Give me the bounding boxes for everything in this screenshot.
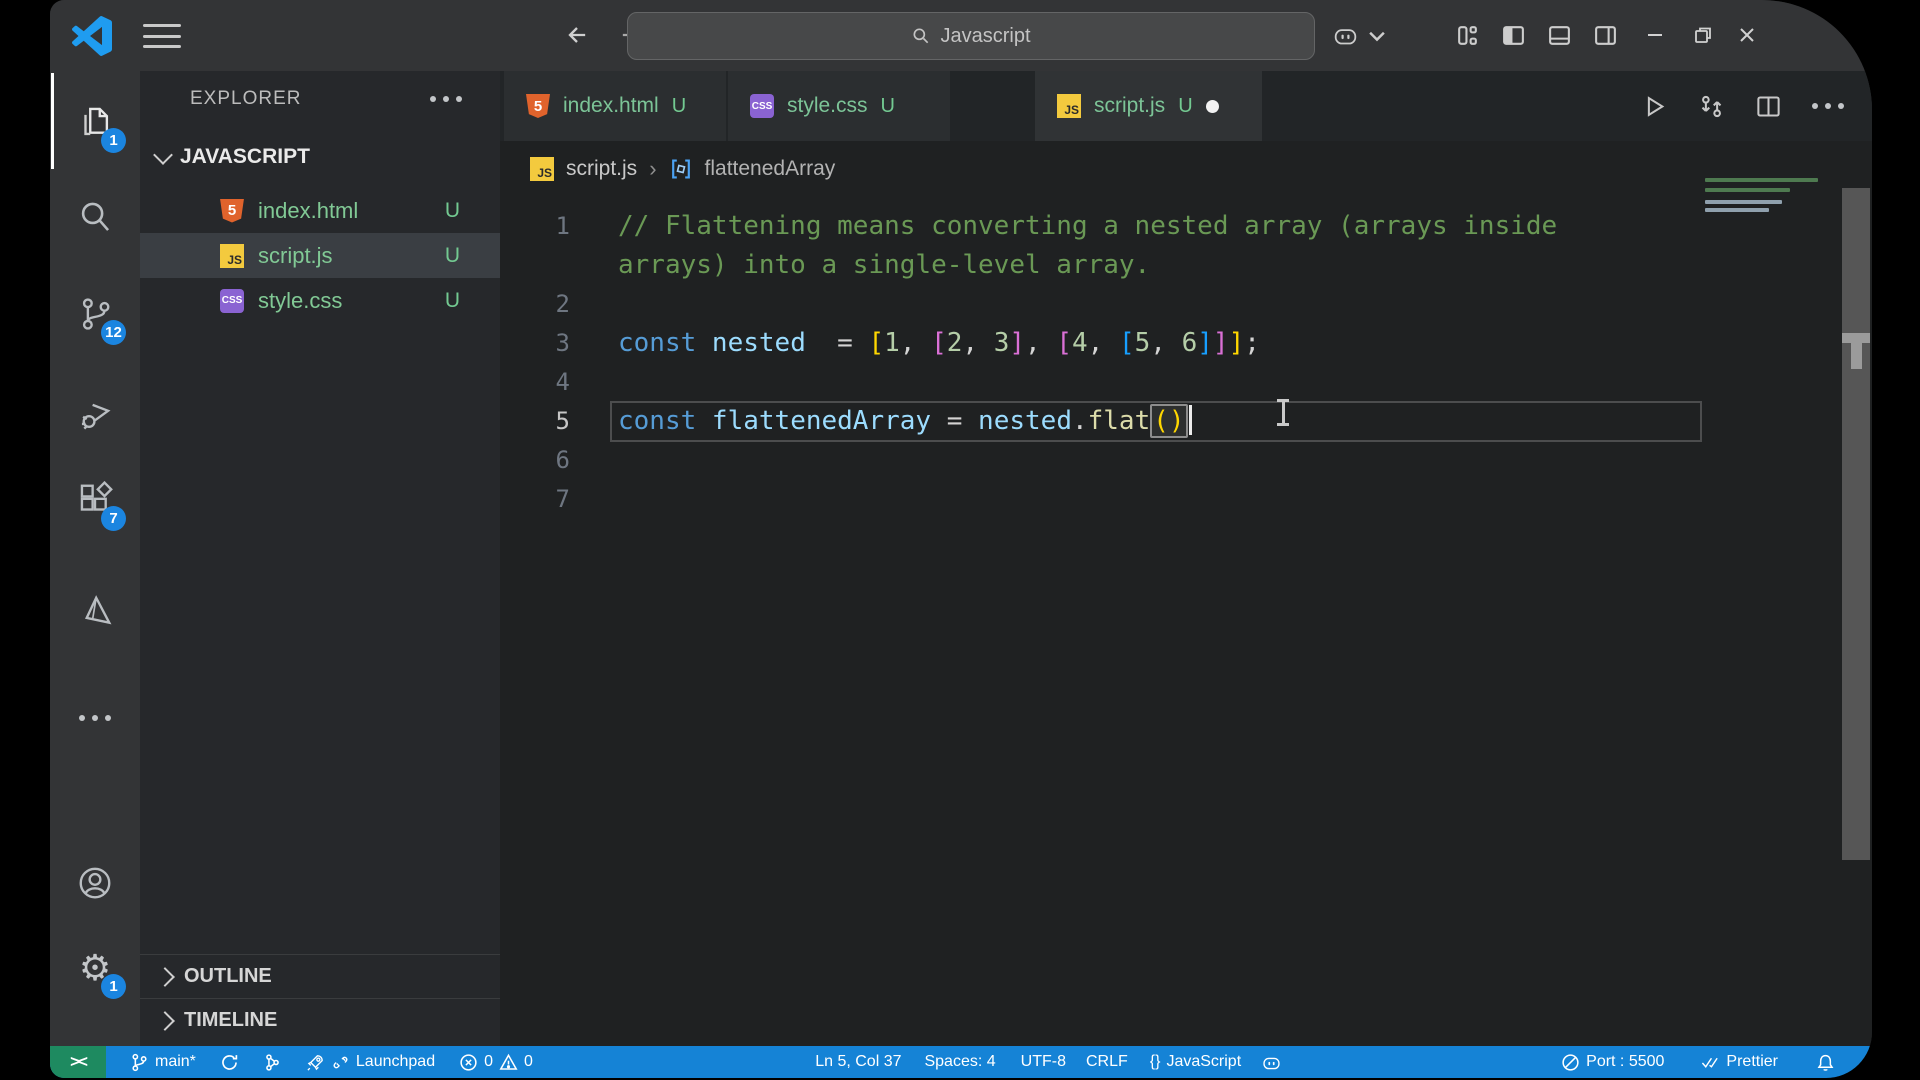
language-mode-item[interactable]: {} JavaScript bbox=[1150, 1053, 1241, 1071]
tab-script-js[interactable]: JS script.js U bbox=[1035, 71, 1262, 141]
notifications-bell-icon[interactable] bbox=[1816, 1053, 1835, 1072]
tab-style-css[interactable]: CSS style.css U bbox=[728, 71, 950, 141]
symbol-variable-icon bbox=[671, 159, 690, 178]
errors-icon bbox=[460, 1053, 477, 1071]
settings-gear-icon[interactable]: ⚙ 1 bbox=[50, 939, 140, 999]
launchpad-item[interactable]: Launchpad bbox=[306, 1053, 435, 1072]
vertical-scrollbar[interactable] bbox=[1842, 188, 1870, 860]
command-center-search[interactable]: Javascript bbox=[627, 12, 1315, 60]
css-file-icon: CSS bbox=[750, 94, 774, 118]
chevron-right-icon bbox=[155, 966, 175, 987]
scrollbar-marker[interactable] bbox=[1851, 343, 1862, 369]
copilot-status-icon[interactable] bbox=[1262, 1053, 1281, 1072]
plug-icon bbox=[333, 1056, 348, 1068]
git-branch-item[interactable]: main* bbox=[130, 1053, 196, 1072]
eol-item[interactable]: CRLF bbox=[1086, 1053, 1128, 1071]
search-icon bbox=[913, 28, 929, 44]
extensions-icon[interactable]: 7 bbox=[50, 471, 140, 531]
js-file-icon: JS bbox=[1057, 94, 1081, 118]
file-item-script-js[interactable]: JS script.js U bbox=[140, 233, 500, 278]
minimize-button[interactable] bbox=[1638, 18, 1672, 52]
search-view-icon[interactable] bbox=[50, 188, 140, 246]
vscode-logo-icon bbox=[72, 16, 112, 56]
timeline-pane-header[interactable]: TIMELINE bbox=[140, 998, 500, 1042]
braces-icon: {} bbox=[1149, 1053, 1161, 1070]
indentation-item[interactable]: Spaces: 4 bbox=[924, 1053, 995, 1071]
live-share-icon[interactable] bbox=[263, 1053, 282, 1072]
search-text: Javascript bbox=[940, 24, 1031, 47]
live-server-port-item[interactable]: Port : 5500 bbox=[1561, 1053, 1664, 1072]
toggle-secondary-sidebar-icon[interactable] bbox=[1588, 18, 1622, 52]
unsaved-changes-dot bbox=[1205, 99, 1219, 113]
breadcrumb-separator: › bbox=[649, 155, 657, 181]
code-lines[interactable]: 1// Flattening means converting a nested… bbox=[500, 196, 1872, 519]
chevron-right-icon bbox=[155, 1010, 175, 1031]
remote-indicator[interactable]: >< bbox=[50, 1046, 106, 1078]
code-editor[interactable]: 1// Flattening means converting a nested… bbox=[500, 196, 1872, 1046]
html-file-icon: 5 bbox=[220, 198, 244, 223]
chevron-down-icon bbox=[153, 145, 173, 165]
mouse-ibeam-cursor bbox=[1275, 399, 1291, 426]
cursor-position-item[interactable]: Ln 5, Col 37 bbox=[815, 1053, 901, 1071]
sync-changes-icon[interactable] bbox=[220, 1053, 239, 1072]
git-status-untracked: U bbox=[444, 288, 460, 312]
title-bar: Javascript bbox=[50, 0, 1872, 71]
account-icon[interactable] bbox=[50, 854, 140, 912]
text-cursor bbox=[1188, 405, 1192, 435]
chevron-down-icon[interactable] bbox=[1366, 18, 1388, 52]
git-status-untracked: U bbox=[444, 198, 460, 222]
css-file-icon: CSS bbox=[220, 288, 244, 313]
explorer-icon[interactable]: 1 bbox=[50, 93, 140, 153]
branch-icon bbox=[132, 1053, 147, 1071]
editor-more-actions-icon[interactable] bbox=[1812, 103, 1844, 109]
close-button[interactable] bbox=[1730, 18, 1764, 52]
split-editor-icon[interactable] bbox=[1755, 93, 1782, 120]
circle-slash-icon bbox=[1562, 1053, 1579, 1071]
problems-item[interactable]: 0 0 bbox=[459, 1053, 533, 1072]
warnings-icon bbox=[499, 1053, 518, 1070]
breadcrumb-file[interactable]: script.js bbox=[566, 157, 637, 181]
additional-views-icon[interactable] bbox=[50, 689, 140, 747]
open-changes-icon[interactable] bbox=[1698, 93, 1725, 120]
back-arrow-icon[interactable] bbox=[560, 18, 594, 52]
git-status-untracked: U bbox=[444, 243, 460, 267]
settings-badge: 1 bbox=[101, 974, 126, 999]
copilot-icon[interactable] bbox=[1328, 18, 1362, 52]
extensions-badge: 7 bbox=[101, 506, 126, 531]
double-check-icon bbox=[1702, 1057, 1719, 1068]
rocket-icon bbox=[307, 1054, 323, 1071]
toggle-primary-sidebar-icon[interactable] bbox=[1496, 18, 1530, 52]
tab-index-html[interactable]: 5 index.html U bbox=[504, 71, 726, 141]
source-control-icon[interactable]: 12 bbox=[50, 285, 140, 345]
vscode-window: Javascript 1 12 7 ⚙ 1 EXPLORER JAVASCRIP… bbox=[50, 0, 1872, 1078]
file-item-index-html[interactable]: 5 index.html U bbox=[140, 188, 500, 233]
explorer-badge: 1 bbox=[101, 128, 126, 153]
sidebar-title: EXPLORER bbox=[190, 88, 302, 109]
js-file-icon: JS bbox=[530, 156, 554, 181]
customize-layout-icon[interactable] bbox=[1450, 18, 1484, 52]
run-file-icon[interactable] bbox=[1641, 93, 1668, 120]
toggle-panel-icon[interactable] bbox=[1542, 18, 1576, 52]
status-bar: >< main* Launchpad 0 0 Ln 5, Col 37 Spac… bbox=[50, 1046, 1872, 1078]
restore-button[interactable] bbox=[1686, 18, 1720, 52]
encoding-item[interactable]: UTF-8 bbox=[1021, 1053, 1066, 1071]
file-item-style-css[interactable]: CSS style.css U bbox=[140, 278, 500, 323]
run-debug-icon[interactable] bbox=[50, 383, 140, 441]
html-file-icon: 5 bbox=[526, 94, 550, 118]
breadcrumb: JS script.js › flattenedArray bbox=[500, 141, 1872, 196]
tab-bar: 5 index.html U CSS style.css U JS script… bbox=[500, 71, 1872, 141]
menu-hamburger-icon[interactable] bbox=[143, 24, 181, 48]
explorer-more-actions-icon[interactable] bbox=[430, 96, 462, 102]
formatter-item[interactable]: Prettier bbox=[1701, 1053, 1778, 1072]
editor-group: 5 index.html U CSS style.css U JS script… bbox=[500, 71, 1872, 1046]
explorer-sidebar: EXPLORER JAVASCRIPT 5 index.html U JS sc… bbox=[140, 71, 500, 1046]
outline-pane-header[interactable]: OUTLINE bbox=[140, 954, 500, 998]
folder-section-javascript[interactable]: JAVASCRIPT bbox=[140, 137, 500, 177]
js-file-icon: JS bbox=[220, 243, 244, 268]
source-control-badge: 12 bbox=[101, 320, 126, 345]
scrollbar-marker[interactable] bbox=[1842, 333, 1870, 343]
prism-extension-icon[interactable] bbox=[50, 583, 140, 641]
breadcrumb-symbol[interactable]: flattenedArray bbox=[705, 157, 836, 181]
activity-bar: 1 12 7 ⚙ 1 bbox=[50, 71, 140, 1046]
